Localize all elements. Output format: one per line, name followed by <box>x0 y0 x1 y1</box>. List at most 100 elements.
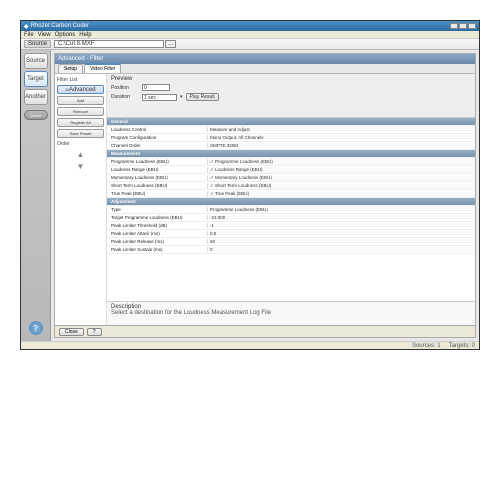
grid-value[interactable]: ✓ Momentary Loudness (EBU) <box>207 175 475 181</box>
description-zone: Description Select a destination for the… <box>107 301 475 325</box>
browse-button[interactable]: ... <box>165 40 176 48</box>
grid-key: Adjustment <box>107 199 207 204</box>
preview-zone: Preview Position 0 Duration 1 sec ▾ Play… <box>107 74 475 118</box>
queue-button[interactable]: Queue <box>24 110 48 120</box>
menu-view[interactable]: View <box>38 32 51 38</box>
grid-key: General <box>107 119 207 124</box>
help-icon[interactable]: ? <box>29 321 43 335</box>
grid-value[interactable]: 0.5 <box>207 231 475 236</box>
property-grid: General Loudness ControlMeasure and Adjus… <box>107 118 475 301</box>
order-label: Order <box>57 141 104 147</box>
grid-row[interactable]: Loudness Range (EBU)✓ Loudness Range (EB… <box>107 166 475 174</box>
grid-row[interactable]: Peak Limiter Sustain (ms)0 <box>107 246 475 254</box>
status-targets: Targets: 0 <box>449 343 475 349</box>
menu-help[interactable]: Help <box>79 32 91 38</box>
tab-setup[interactable]: Setup <box>58 64 83 73</box>
grid-row[interactable]: Channel OrderSMPTE 320M <box>107 142 475 150</box>
grid-key: Loudness Range (EBU) <box>107 167 207 172</box>
sidebar-target[interactable]: Target <box>24 71 48 87</box>
grid-key: Measurement <box>107 151 207 156</box>
duration-select[interactable]: 1 sec <box>142 94 177 101</box>
bottom-row: Close ? <box>55 325 475 337</box>
grid-value[interactable]: Mono Output, All Channels <box>207 135 475 140</box>
grid-value[interactable]: Measure and Adjust <box>207 127 475 132</box>
remove-button[interactable]: Remove <box>57 107 104 116</box>
left-column: Filter List ☑ Advanced Add Remove Regist… <box>55 74 107 325</box>
grid-row[interactable]: True Peak (EBU)✓ True Peak (EBU) <box>107 190 475 198</box>
grid-key: Loudness Control <box>107 127 207 132</box>
preview-title: Preview <box>111 76 471 82</box>
grid-row[interactable]: Peak Limiter Release (ms)50 <box>107 238 475 246</box>
add-button[interactable]: Add <box>57 96 104 105</box>
grid-row[interactable]: Target Programme Loudness (EBU)-23.000 <box>107 214 475 222</box>
position-label: Position <box>111 85 139 91</box>
order-up-button[interactable]: ▲ <box>57 149 104 159</box>
grid-key: Channel Order <box>107 143 207 148</box>
duration-label: Duration <box>111 94 139 100</box>
position-input[interactable]: 0 <box>142 84 170 91</box>
grid-value[interactable]: ✓ Programme Loudness (EBU) <box>207 159 475 165</box>
grid-section-header[interactable]: Measurement <box>107 150 475 158</box>
menu-bar: File View Options Help <box>21 31 479 38</box>
grid-row[interactable]: Loudness ControlMeasure and Adjust <box>107 126 475 134</box>
status-sources: Sources: 1 <box>412 343 441 349</box>
toolbar: Source C:\Cut 8.MXF ... <box>21 38 479 50</box>
window-title: Rhozet Carbon Coder <box>31 23 89 29</box>
sidebar: Source Target Another Queue ? <box>21 50 51 341</box>
grid-key: Peak Limiter Release (ms) <box>107 239 207 244</box>
grid-key: Programme Loudness (EBU) <box>107 159 207 164</box>
main-panel: Advanced - Filter Setup Video Filter Fil… <box>54 53 476 338</box>
grid-key: Momentary Loudness (EBU) <box>107 175 207 180</box>
sidebar-source[interactable]: Source <box>24 53 48 69</box>
help-button[interactable]: ? <box>87 328 102 336</box>
register-all-button[interactable]: Register All <box>57 118 104 127</box>
duration-dropdown-icon[interactable]: ▾ <box>180 94 183 100</box>
grid-row[interactable]: Program ConfigurationMono Output, All Ch… <box>107 134 475 142</box>
grid-value[interactable]: 50 <box>207 239 475 244</box>
grid-value[interactable]: ✓ Loudness Range (EBU) <box>207 167 475 173</box>
tab-row: Setup Video Filter <box>55 64 475 74</box>
save-preset-button[interactable]: Save Preset <box>57 129 104 138</box>
grid-row[interactable]: TypeProgramme Loudness (EBU) <box>107 206 475 214</box>
tab-video-filter[interactable]: Video Filter <box>84 63 121 73</box>
sidebar-other[interactable]: Another <box>24 89 48 105</box>
grid-row[interactable]: Programme Loudness (EBU)✓ Programme Loud… <box>107 158 475 166</box>
grid-value[interactable]: -1 <box>207 223 475 228</box>
close-window-button[interactable] <box>468 23 476 29</box>
grid-key: Type <box>107 207 207 212</box>
grid-key: Peak Limiter Attack (ms) <box>107 231 207 236</box>
grid-section-header[interactable]: General <box>107 118 475 126</box>
grid-key: True Peak (EBU) <box>107 191 207 196</box>
filter-list-label: Filter List <box>57 77 104 83</box>
description-text: Select a destination for the Loudness Me… <box>111 310 471 316</box>
app-icon: ◆ <box>24 23 29 30</box>
status-bar: Sources: 1 Targets: 0 <box>21 341 479 349</box>
play-result-button[interactable]: Play Result <box>186 93 219 101</box>
grid-section-header[interactable]: Adjustment <box>107 198 475 206</box>
close-button[interactable]: Close <box>59 328 84 336</box>
grid-row[interactable]: Momentary Loudness (EBU)✓ Momentary Loud… <box>107 174 475 182</box>
grid-key: Target Programme Loudness (EBU) <box>107 215 207 220</box>
grid-key: Short Term Loudness (EBU) <box>107 183 207 188</box>
grid-key: Program Configuration <box>107 135 207 140</box>
menu-file[interactable]: File <box>24 32 34 38</box>
grid-key: Peak Limiter Sustain (ms) <box>107 247 207 252</box>
grid-row[interactable]: Peak Limiter Attack (ms)0.5 <box>107 230 475 238</box>
grid-value[interactable]: ✓ Short Term Loudness (EBU) <box>207 183 475 189</box>
grid-key: Peak Limiter Threshold (dB) <box>107 223 207 228</box>
grid-value[interactable]: Programme Loudness (EBU) <box>207 207 475 212</box>
source-label: Source <box>24 40 51 48</box>
grid-value[interactable]: SMPTE 320M <box>207 143 475 148</box>
app-window: ◆ Rhozet Carbon Coder File View Options … <box>20 20 480 350</box>
grid-value[interactable]: 0 <box>207 247 475 252</box>
minimize-button[interactable] <box>450 23 458 29</box>
order-down-button[interactable]: ▼ <box>57 161 104 171</box>
grid-value[interactable]: ✓ True Peak (EBU) <box>207 191 475 197</box>
grid-value[interactable]: -23.000 <box>207 215 475 220</box>
menu-options[interactable]: Options <box>55 32 76 38</box>
maximize-button[interactable] <box>459 23 467 29</box>
source-path-input[interactable]: C:\Cut 8.MXF <box>54 40 164 48</box>
advanced-toggle[interactable]: ☑ Advanced <box>57 85 104 94</box>
grid-row[interactable]: Peak Limiter Threshold (dB)-1 <box>107 222 475 230</box>
grid-row[interactable]: Short Term Loudness (EBU)✓ Short Term Lo… <box>107 182 475 190</box>
